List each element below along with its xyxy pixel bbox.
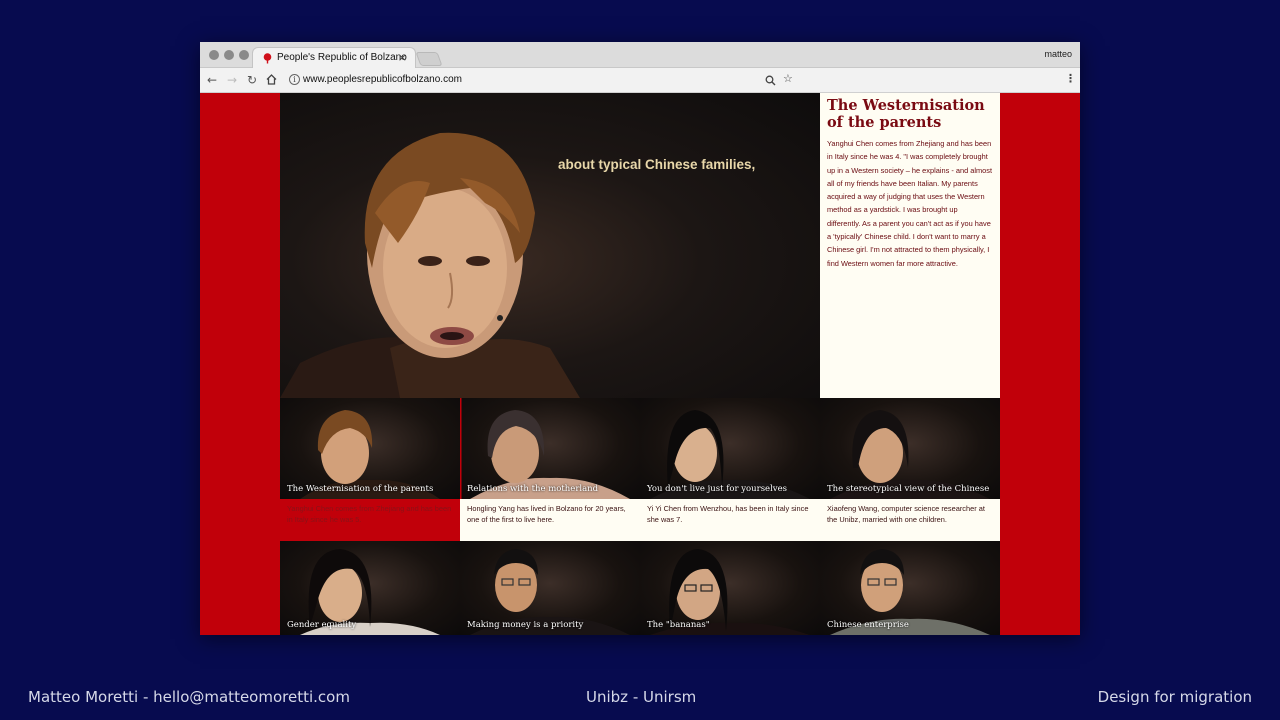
forward-arrow-icon[interactable]: →: [227, 72, 237, 88]
story-body: Yanghui Chen comes from Zhejiang and has…: [827, 139, 993, 268]
balloon-favicon-icon: [263, 53, 272, 64]
home-icon[interactable]: [266, 74, 277, 85]
tab-close-icon[interactable]: ×: [398, 51, 407, 64]
story-thumbnail[interactable]: The Westernisation of the parents: [280, 398, 460, 499]
browser-tab[interactable]: People's Republic of Bolzano ×: [252, 47, 416, 69]
interviewee-portrait: [280, 132, 580, 398]
address-bar[interactable]: www.peoplesrepublicofbolzano.com: [303, 74, 462, 85]
browser-toolbar: ← → ↻ i www.peoplesrepublicofbolzano.com…: [200, 68, 1080, 93]
browser-titlebar: People's Republic of Bolzano × matteo: [200, 42, 1080, 69]
search-icon[interactable]: [765, 75, 776, 86]
window-close-control[interactable]: [209, 50, 219, 60]
story-thumbnail[interactable]: You don't live just for yourselves: [640, 398, 820, 499]
story-thumbnail-title: Chinese enterprise: [827, 620, 909, 630]
profile-name[interactable]: matteo: [1044, 49, 1072, 59]
tab-title: People's Republic of Bolzano: [277, 52, 407, 63]
back-arrow-icon[interactable]: ←: [207, 72, 217, 88]
window-maximize-control[interactable]: [239, 50, 249, 60]
web-page: about typical Chinese families, The West…: [200, 93, 1080, 635]
story-thumbnail[interactable]: The "bananas": [640, 541, 820, 635]
browser-window: People's Republic of Bolzano × matteo ← …: [200, 42, 1080, 635]
video-subtitle: about typical Chinese families,: [558, 157, 756, 172]
footer-topic: Design for migration: [1097, 688, 1252, 706]
story-description[interactable]: Yi Yi Chen from Wenzhou, has been in Ita…: [640, 499, 820, 541]
story-title: The Westernisation of the parents: [827, 97, 985, 131]
menu-dots-icon[interactable]: ⋮: [1065, 72, 1076, 85]
story-thumbnail[interactable]: Gender equality: [280, 541, 460, 635]
featured-video[interactable]: about typical Chinese families,: [280, 93, 820, 398]
story-thumbnail[interactable]: Chinese enterprise: [820, 541, 1000, 635]
new-tab-button[interactable]: [415, 52, 443, 66]
story-description[interactable]: Xiaofeng Wang, computer science research…: [820, 499, 1000, 541]
story-thumbnail-title: You don't live just for yourselves: [647, 484, 788, 494]
story-thumbnail-title: Relations with the motherland: [467, 484, 599, 494]
footer-author: Matteo Moretti - hello@matteomoretti.com: [28, 688, 350, 706]
story-thumbnail-title: The "bananas": [647, 620, 710, 630]
story-thumbnail-title: Gender equality: [287, 620, 357, 630]
reload-icon[interactable]: ↻: [247, 72, 257, 88]
bookmark-star-icon[interactable]: ☆: [783, 72, 793, 85]
site-info-icon[interactable]: i: [289, 74, 300, 85]
story-description-active[interactable]: Yanghui Chen comes from Zhejiang and has…: [280, 499, 460, 541]
story-thumbnail-title: Making money is a priority: [467, 620, 584, 630]
window-minimize-control[interactable]: [224, 50, 234, 60]
story-description[interactable]: Hongling Yang has lived in Bolzano for 2…: [460, 499, 640, 541]
story-thumbnail-title: The stereotypical view of the Chinese: [827, 484, 990, 494]
story-thumbnail-title: The Westernisation of the parents: [287, 484, 434, 494]
story-thumbnail[interactable]: The stereotypical view of the Chinese: [820, 398, 1000, 499]
story-detail-panel: The Westernisation of the parents Yanghu…: [820, 93, 1000, 398]
story-thumbnail[interactable]: Making money is a priority: [460, 541, 640, 635]
story-thumbnail[interactable]: Relations with the motherland: [460, 398, 640, 499]
footer-institution: Unibz - Unirsm: [586, 688, 697, 706]
